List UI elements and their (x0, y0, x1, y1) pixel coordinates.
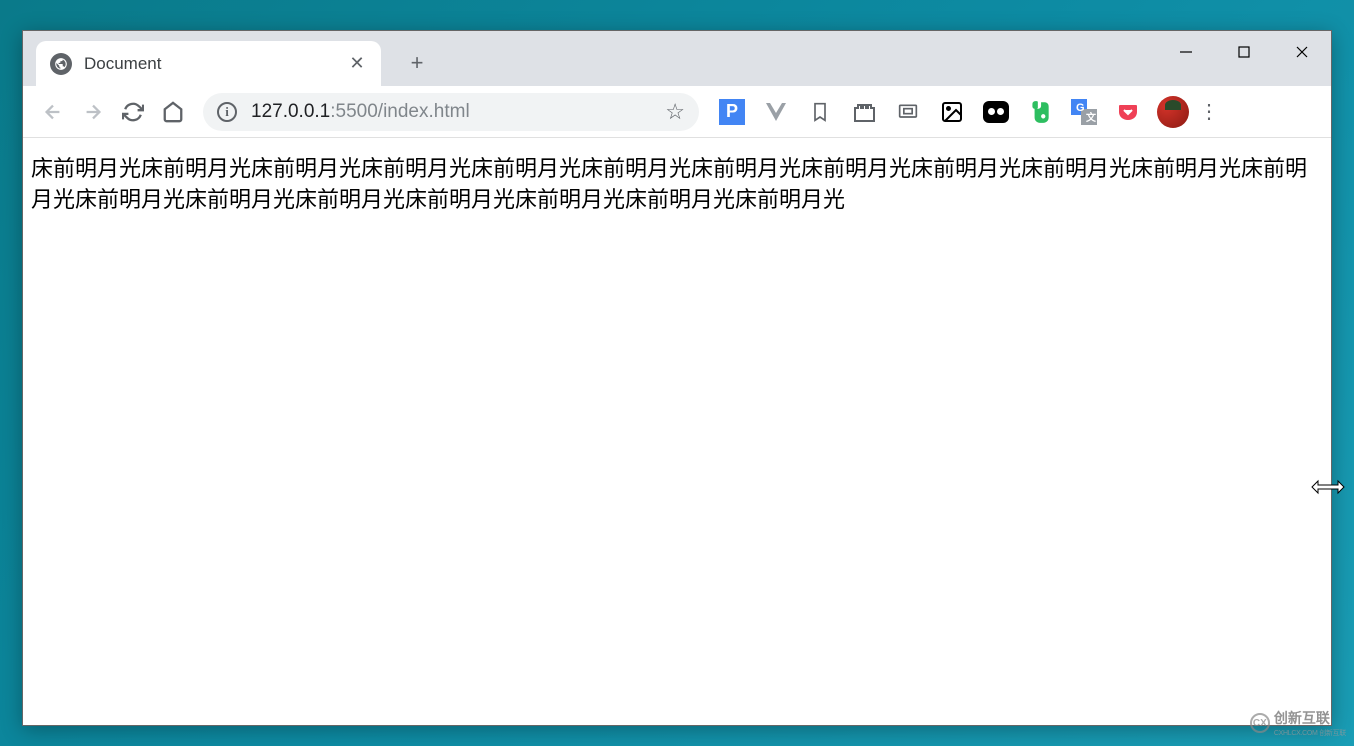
url-path: :5500/index.html (330, 101, 469, 122)
watermark: CX 创新互联 CXHLCX.COM 创新互联 (1250, 708, 1346, 738)
tab-title: Document (84, 54, 347, 74)
svg-text:G: G (1076, 102, 1085, 114)
url-host: 127.0.0.1 (251, 101, 330, 122)
watermark-main: 创新互联 (1274, 710, 1330, 726)
extension-vue-icon[interactable] (763, 99, 789, 125)
bookmark-star-icon[interactable]: ☆ (665, 99, 685, 125)
reload-button[interactable] (113, 92, 153, 132)
extension-bookmark-icon[interactable] (807, 99, 833, 125)
forward-button[interactable] (73, 92, 113, 132)
close-tab-button[interactable]: ✕ (347, 54, 367, 74)
url-text: 127.0.0.1:5500/index.html (251, 101, 665, 123)
title-bar: Document ✕ + (23, 31, 1331, 86)
extension-translate-icon[interactable]: G 文 (1071, 99, 1097, 125)
new-tab-button[interactable]: + (399, 45, 435, 81)
extension-evernote-icon[interactable] (1027, 99, 1053, 125)
extensions-bar: P (719, 99, 1141, 125)
extension-eyes-icon[interactable] (983, 99, 1009, 125)
home-button[interactable] (153, 92, 193, 132)
browser-tab[interactable]: Document ✕ (36, 41, 381, 86)
minimize-button[interactable] (1157, 31, 1215, 73)
site-info-icon[interactable]: i (217, 102, 237, 122)
body-text: 床前明月光床前明月光床前明月光床前明月光床前明月光床前明月光床前明月光床前明月光… (31, 154, 1323, 216)
page-content: 床前明月光床前明月光床前明月光床前明月光床前明月光床前明月光床前明月光床前明月光… (23, 138, 1331, 725)
back-button[interactable] (33, 92, 73, 132)
close-window-button[interactable] (1273, 31, 1331, 73)
extension-castle-icon[interactable] (851, 99, 877, 125)
maximize-button[interactable] (1215, 31, 1273, 73)
profile-avatar[interactable] (1157, 96, 1189, 128)
address-bar[interactable]: i 127.0.0.1:5500/index.html ☆ (203, 93, 699, 131)
extension-p-icon[interactable]: P (719, 99, 745, 125)
toolbar: i 127.0.0.1:5500/index.html ☆ P (23, 86, 1331, 138)
menu-button[interactable]: ⋮ (1189, 92, 1229, 132)
window-controls (1157, 31, 1331, 73)
browser-window: Document ✕ + (22, 30, 1332, 726)
svg-text:文: 文 (1086, 111, 1097, 124)
watermark-logo-icon: CX (1250, 713, 1270, 733)
extension-image-icon[interactable] (939, 99, 965, 125)
extension-reader-icon[interactable] (895, 99, 921, 125)
watermark-sub: CXHLCX.COM 创新互联 (1274, 728, 1346, 738)
extension-pocket-icon[interactable] (1115, 99, 1141, 125)
globe-icon (50, 53, 72, 75)
